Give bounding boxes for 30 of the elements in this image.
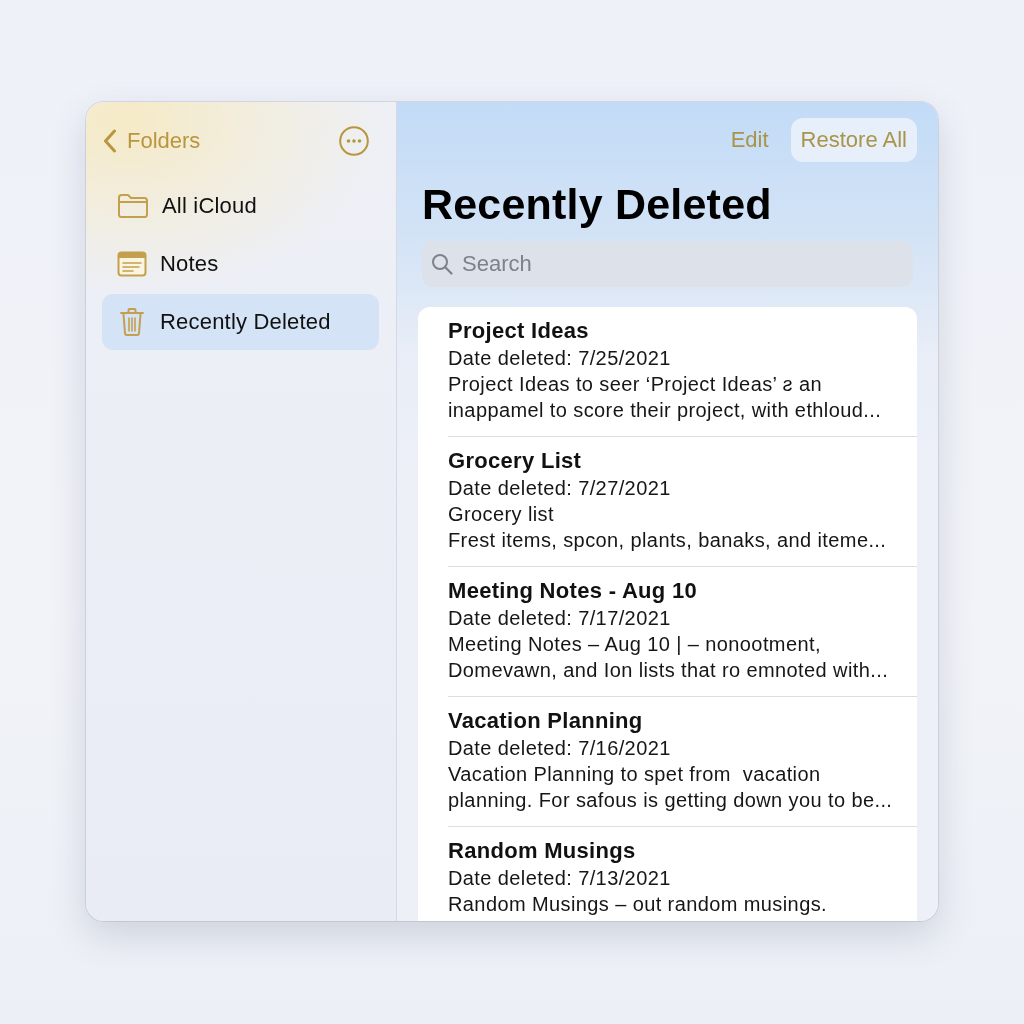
note-date: Date deleted: 7/25/2021 (448, 346, 672, 371)
sidebar-item[interactable]: All iCloud (102, 178, 379, 234)
note-title: Vacation Planning (448, 707, 644, 735)
chevron-left-icon (103, 129, 117, 153)
note-preview-line: Project Ideas to seer ‘Project Ideas’ ƨ an (448, 372, 824, 397)
note-preview-line: planning. For safous is getting down you to be... (448, 788, 894, 813)
note-title: Meeting Notes - Aug 10 (448, 577, 699, 605)
note-title: Grocery List (448, 447, 583, 475)
note-preview-line: Meeting Notes – Aug 10 | – nonootment, (448, 632, 822, 657)
note-preview-line: Vacation Planning to spet from vacation (448, 762, 822, 787)
note-preview-line: Domevawn, and Ion lists that ro emnoted with... (448, 658, 890, 683)
notepad-icon (117, 251, 147, 277)
note-preview-line: inappamel to score their project, with ethloud... (448, 398, 883, 423)
search-icon (431, 253, 453, 275)
note-date: Date deleted: 7/17/2021 (448, 606, 672, 631)
page-title: Recently Deleted (422, 180, 773, 228)
note-preview-line: Grocery list (448, 502, 555, 527)
trash-icon (119, 307, 145, 337)
note-date: Date deleted: 7/27/2021 (448, 476, 672, 501)
folder-icon (117, 193, 149, 219)
note-preview-line: Frest items, spcon, plants, banaks, and iteme... (448, 528, 888, 553)
more-icon[interactable] (339, 126, 369, 156)
search-field[interactable]: Search (422, 241, 913, 287)
sidebar-item[interactable]: Recently Deleted (102, 294, 379, 350)
note-title: Project Ideas (448, 317, 590, 345)
note-date: Date deleted: 7/16/2021 (448, 736, 672, 761)
note-preview-line: Random Musings – out random musings. (448, 892, 829, 917)
note-date: Date deleted: 7/13/2021 (448, 866, 672, 891)
note-title: Random Musings (448, 837, 637, 865)
sidebar-item[interactable]: Notes (102, 236, 379, 292)
